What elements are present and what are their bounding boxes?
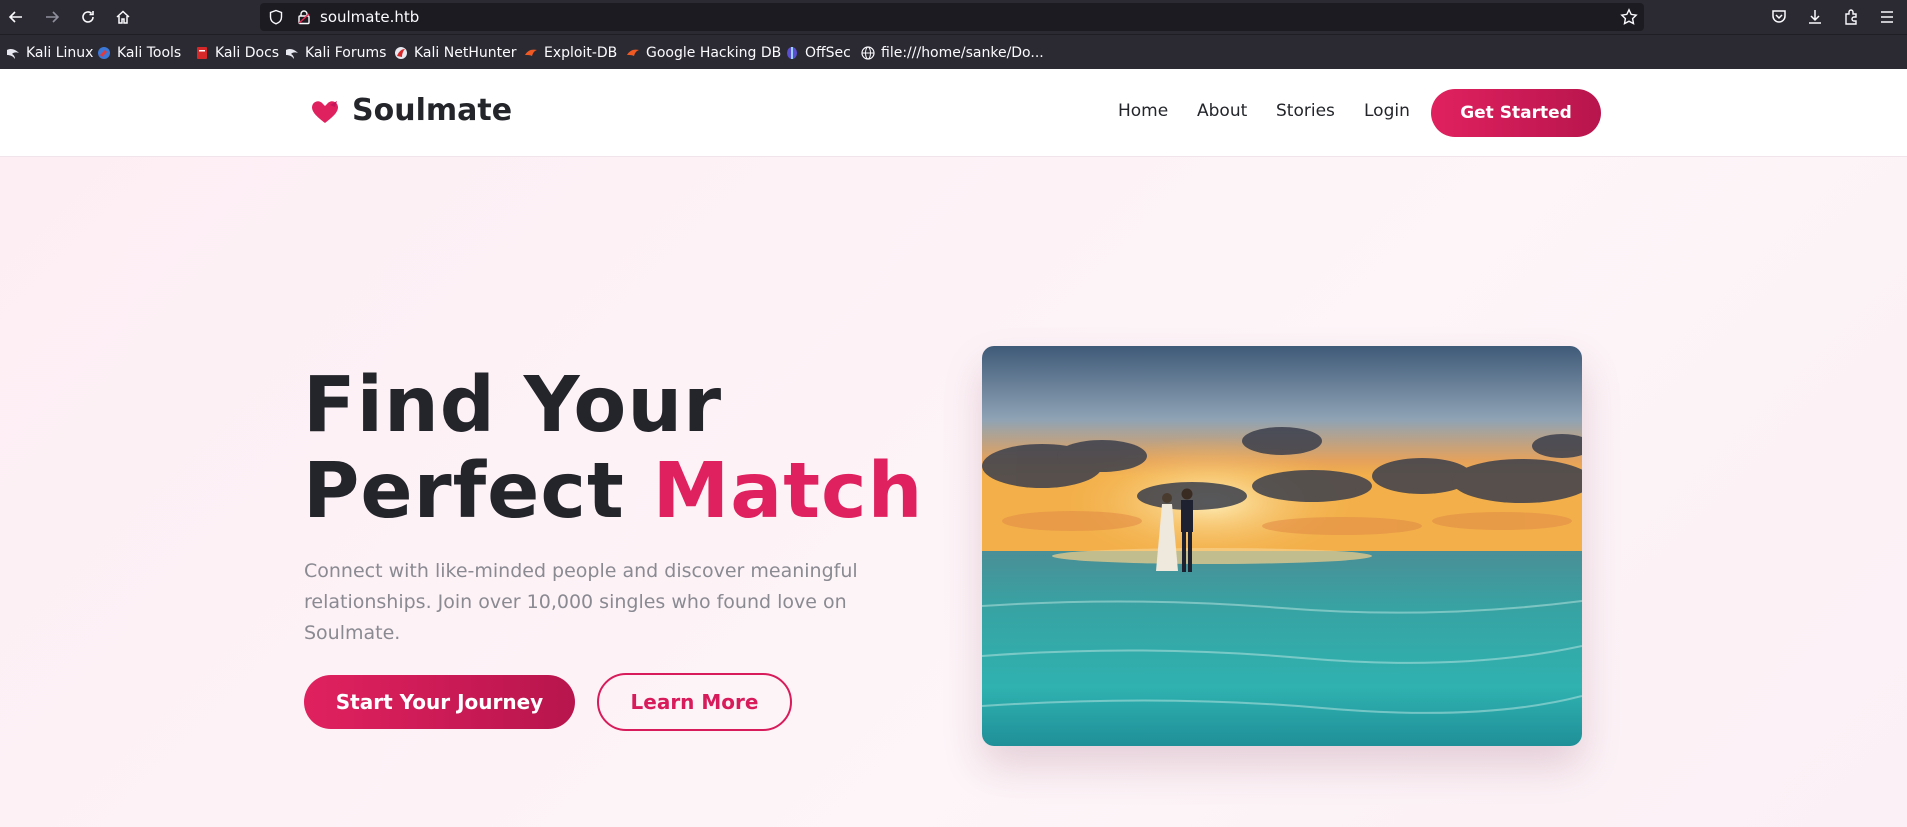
bookmark-offsec[interactable]: OffSec: [785, 43, 851, 63]
kali-dragon-icon: [285, 46, 299, 60]
bookmark-kali-linux[interactable]: Kali Linux: [6, 43, 93, 63]
browser-toolbar: soulmate.htb: [0, 0, 1907, 34]
reload-icon[interactable]: [76, 5, 100, 29]
kali-docs-icon: [195, 46, 209, 60]
bookmark-kali-nethunter[interactable]: Kali NetHunter: [394, 43, 516, 63]
nav-stories[interactable]: Stories: [1276, 99, 1335, 123]
lock-icon[interactable]: [296, 9, 312, 25]
bookmark-local-file[interactable]: file:///home/sanke/Do...: [861, 43, 1044, 63]
get-started-button[interactable]: Get Started: [1431, 89, 1601, 137]
bookmark-google-hacking-db[interactable]: Google Hacking DB: [626, 43, 781, 63]
learn-more-button[interactable]: Learn More: [597, 673, 792, 731]
hero-section: Find Your Perfect Match Connect with lik…: [0, 157, 1907, 827]
hero-title-line1: Find Your: [303, 361, 723, 450]
forward-icon[interactable]: [40, 5, 64, 29]
home-icon[interactable]: [111, 5, 135, 29]
site-header: Soulmate Home About Stories Login Get St…: [0, 69, 1907, 157]
hero-title-accent: Match: [652, 447, 924, 536]
bookmark-kali-forums[interactable]: Kali Forums: [285, 43, 386, 63]
ghdb-icon: [626, 46, 640, 60]
nav-home[interactable]: Home: [1118, 99, 1168, 123]
bookmark-kali-docs[interactable]: Kali Docs: [195, 43, 279, 63]
pocket-icon[interactable]: [1768, 6, 1790, 28]
downloads-icon[interactable]: [1804, 6, 1826, 28]
url-text: soulmate.htb: [320, 8, 420, 26]
extensions-icon[interactable]: [1840, 6, 1862, 28]
bookmarks-bar: Kali Linux Kali Tools Kali Docs Kali For…: [0, 34, 1907, 69]
hero-title-line2: Perfect: [303, 447, 653, 536]
bookmark-kali-tools[interactable]: Kali Tools: [97, 43, 181, 63]
hero-title: Find Your Perfect Match: [303, 363, 923, 535]
heart-logo-icon[interactable]: [310, 99, 340, 125]
hero-couple-beach-image: [982, 346, 1582, 746]
kali-tools-icon: [97, 46, 111, 60]
url-bar[interactable]: soulmate.htb: [260, 3, 1644, 31]
brand-name[interactable]: Soulmate: [352, 91, 512, 131]
kali-dragon-icon: [6, 46, 20, 60]
bookmark-star-icon[interactable]: [1620, 8, 1638, 26]
bookmark-exploit-db[interactable]: Exploit-DB: [524, 43, 617, 63]
nav-login[interactable]: Login: [1364, 99, 1410, 123]
shield-icon[interactable]: [268, 9, 284, 25]
nav-about[interactable]: About: [1197, 99, 1247, 123]
start-journey-button[interactable]: Start Your Journey: [304, 675, 575, 729]
back-icon[interactable]: [4, 5, 28, 29]
offsec-icon: [785, 46, 799, 60]
nethunter-icon: [394, 46, 408, 60]
exploit-db-icon: [524, 46, 538, 60]
menu-icon[interactable]: [1876, 6, 1898, 28]
globe-icon: [861, 46, 875, 60]
hero-subtitle: Connect with like-minded people and disc…: [304, 560, 858, 644]
